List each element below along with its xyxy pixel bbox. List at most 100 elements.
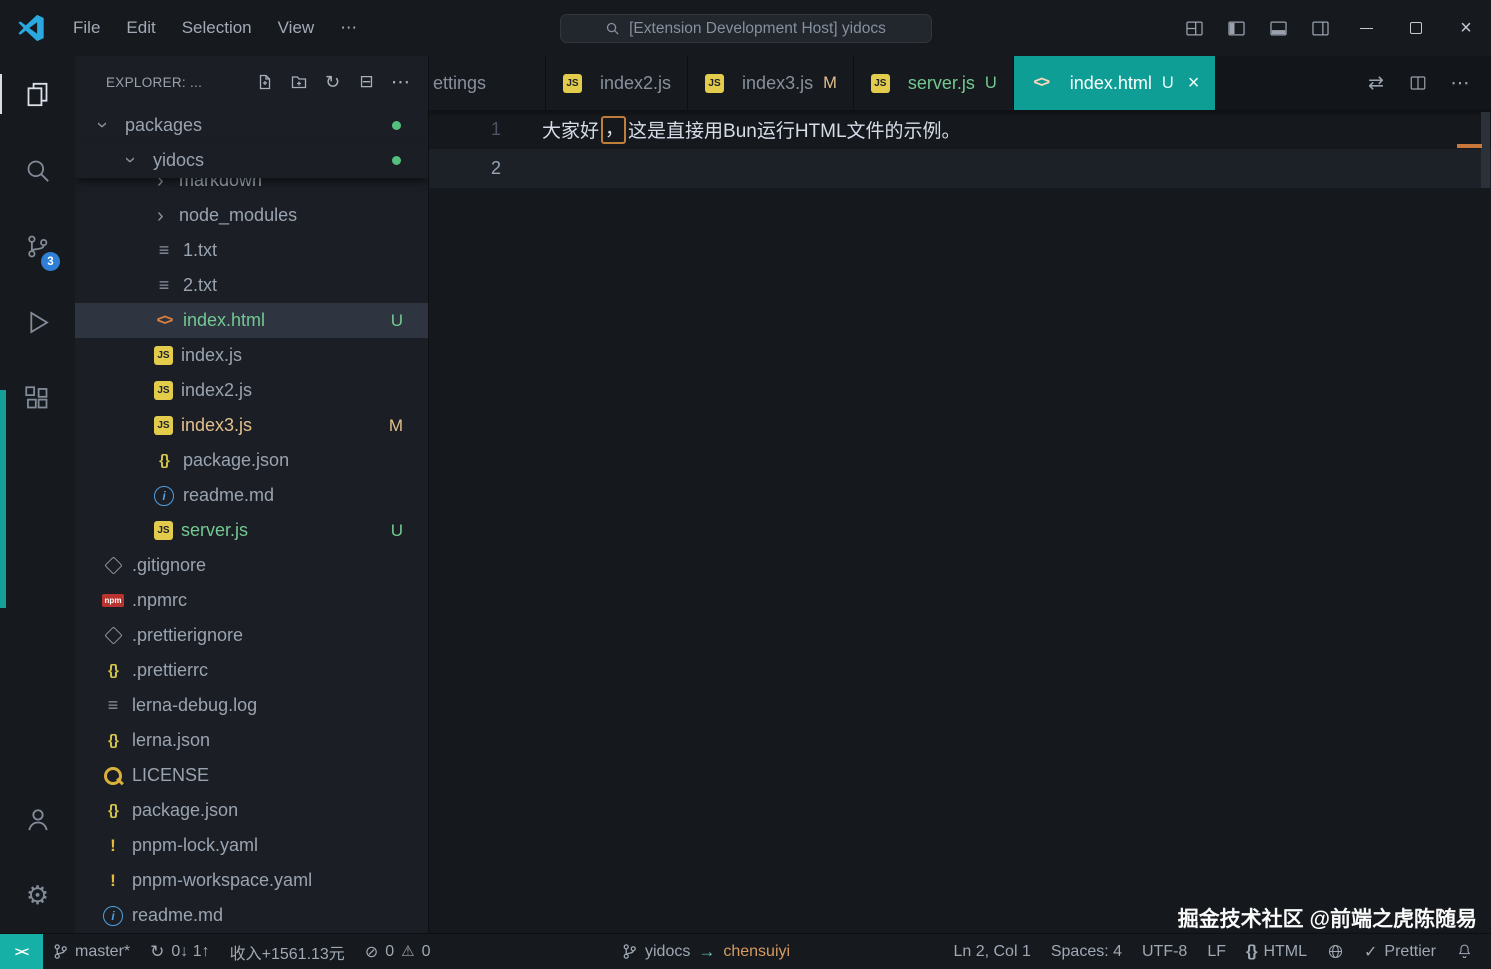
menu-more-icon[interactable]: ⋯	[327, 11, 370, 45]
tree-item-license[interactable]: LICENSE	[75, 758, 428, 793]
menu-bar: File Edit Selection View ⋯	[60, 11, 370, 45]
tree-item-prettierignore[interactable]: .prettierignore	[75, 618, 428, 653]
browser-status[interactable]	[1317, 934, 1354, 969]
tree-item-packages[interactable]: packages	[75, 108, 428, 143]
tree-item-yidocs[interactable]: yidocs	[75, 143, 428, 178]
file-name: index3.js	[181, 415, 253, 435]
tree-item-readme-md[interactable]: readme.md	[75, 478, 428, 513]
html-file-icon	[153, 312, 175, 330]
tree-item-2-txt[interactable]: 2.txt	[75, 268, 428, 303]
tree-item-lerna-json[interactable]: lerna.json	[75, 723, 428, 758]
search-view-icon[interactable]	[0, 132, 75, 208]
scrollbar-thumb[interactable]	[1481, 112, 1490, 188]
js-file-icon	[154, 416, 173, 435]
toggle-panel-icon[interactable]	[1257, 0, 1299, 56]
error-count: 0	[385, 942, 395, 960]
branch-status[interactable]: master*	[43, 934, 140, 969]
explorer-actions	[249, 67, 416, 97]
explorer-more-actions-icon[interactable]	[385, 67, 416, 97]
collapse-all-icon[interactable]	[351, 67, 382, 97]
person-icon	[27, 809, 48, 831]
chevron-down-icon	[127, 151, 153, 171]
editor-pane[interactable]: 1 大家好，这是直接用Bun运行HTML文件的示例。 2	[429, 110, 1491, 933]
encoding-status[interactable]: UTF-8	[1132, 934, 1197, 969]
notifications-status[interactable]	[1446, 934, 1483, 969]
settings-gear-icon[interactable]: ⚙	[0, 857, 75, 933]
explorer-view-icon[interactable]	[0, 56, 75, 132]
tab-settings[interactable]: ettings	[429, 56, 546, 110]
run-debug-view-icon[interactable]	[0, 284, 75, 360]
tab-index3-js[interactable]: index3.js M	[688, 56, 854, 110]
tree-item-readme-md-root[interactable]: readme.md	[75, 898, 428, 933]
tree-item-1-txt[interactable]: 1.txt	[75, 233, 428, 268]
tree-item-prettierrc[interactable]: .prettierrc	[75, 653, 428, 688]
menu-edit[interactable]: Edit	[113, 11, 168, 45]
maximize-button[interactable]	[1391, 0, 1441, 56]
globe-icon	[1328, 944, 1343, 959]
indentation-status[interactable]: Spaces: 4	[1041, 934, 1132, 969]
code-line-1: 1 大家好，这是直接用Bun运行HTML文件的示例。	[429, 110, 1491, 149]
toggle-secondary-sidebar-icon[interactable]	[1299, 0, 1341, 56]
refresh-icon[interactable]	[317, 67, 348, 97]
toggle-primary-sidebar-icon[interactable]	[1215, 0, 1257, 56]
menu-selection[interactable]: Selection	[169, 11, 265, 45]
chevron-right-icon	[153, 206, 179, 226]
close-tab-icon[interactable]: ×	[1188, 73, 1200, 93]
file-tree: packages yidocs markdown node_modul	[75, 108, 428, 933]
minimize-button[interactable]	[1341, 0, 1391, 56]
language-mode-status[interactable]: {} HTML	[1236, 934, 1317, 969]
formatter-status[interactable]: Prettier	[1354, 934, 1446, 969]
eol-status[interactable]: LF	[1197, 934, 1236, 969]
project-author-status[interactable]: yidocs → chensuiyi	[622, 934, 790, 969]
tab-server-js[interactable]: server.js U	[853, 56, 1014, 110]
new-file-icon[interactable]	[249, 67, 280, 97]
command-center-search[interactable]: [Extension Development Host] yidocs	[559, 14, 932, 43]
maximize-icon	[1410, 22, 1422, 34]
play-debug-icon	[30, 310, 49, 334]
account-icon[interactable]	[0, 781, 75, 857]
customize-layout-icon[interactable]	[1173, 0, 1215, 56]
tab-index2-js[interactable]: index2.js	[546, 56, 689, 110]
tree-item-server-js[interactable]: server.js U	[75, 513, 428, 548]
git-branch-icon	[54, 944, 67, 959]
js-file-icon	[870, 73, 890, 93]
bell-icon	[1458, 944, 1471, 958]
tree-item-package-json[interactable]: package.json	[75, 443, 428, 478]
problems-status[interactable]: 0 0	[355, 934, 441, 969]
source-control-view-icon[interactable]: 3	[0, 208, 75, 284]
close-button[interactable]: ×	[1441, 0, 1491, 56]
sync-status[interactable]: 0↓ 1↑	[140, 934, 220, 969]
remote-indicator[interactable]: ><	[0, 934, 43, 969]
new-folder-icon[interactable]	[283, 67, 314, 97]
editor-more-actions-icon[interactable]	[1441, 64, 1479, 102]
extensions-view-icon[interactable]	[0, 360, 75, 436]
tree-item-index-js[interactable]: index.js	[75, 338, 428, 373]
tree-item-npmrc[interactable]: .npmrc	[75, 583, 428, 618]
pnpm-icon	[102, 871, 124, 891]
line-number: 1	[490, 119, 501, 139]
tree-item-gitignore[interactable]: .gitignore	[75, 548, 428, 583]
git-modified-badge: M	[823, 73, 837, 92]
folder-name: packages	[125, 115, 203, 135]
git-changes-dot	[392, 156, 401, 165]
tree-item-markdown[interactable]: markdown	[75, 178, 428, 198]
tree-item-package-json-root[interactable]: package.json	[75, 793, 428, 828]
tree-item-index2-js[interactable]: index2.js	[75, 373, 428, 408]
split-editor-icon[interactable]	[1399, 64, 1437, 102]
file-name: lerna.json	[132, 730, 211, 750]
tree-item-pnpm-workspace-yaml[interactable]: pnpm-workspace.yaml	[75, 863, 428, 898]
menu-file[interactable]: File	[60, 11, 113, 45]
folder-name: node_modules	[179, 205, 298, 225]
tree-item-node-modules[interactable]: node_modules	[75, 198, 428, 233]
cursor-position-status[interactable]: Ln 2, Col 1	[943, 934, 1040, 969]
tree-item-pnpm-lock-yaml[interactable]: pnpm-lock.yaml	[75, 828, 428, 863]
tree-item-index3-js[interactable]: index3.js M	[75, 408, 428, 443]
income-status[interactable]: 收入+1561.13元	[220, 934, 355, 969]
tree-item-index-html[interactable]: index.html U	[75, 303, 428, 338]
file-name: .npmrc	[132, 590, 188, 610]
tab-index-html-active[interactable]: index.html U ×	[1013, 56, 1217, 110]
tab-label: index2.js	[600, 72, 672, 93]
tree-item-lerna-debug-log[interactable]: lerna-debug.log	[75, 688, 428, 723]
open-changes-icon[interactable]	[1357, 64, 1395, 102]
menu-view[interactable]: View	[265, 11, 328, 45]
